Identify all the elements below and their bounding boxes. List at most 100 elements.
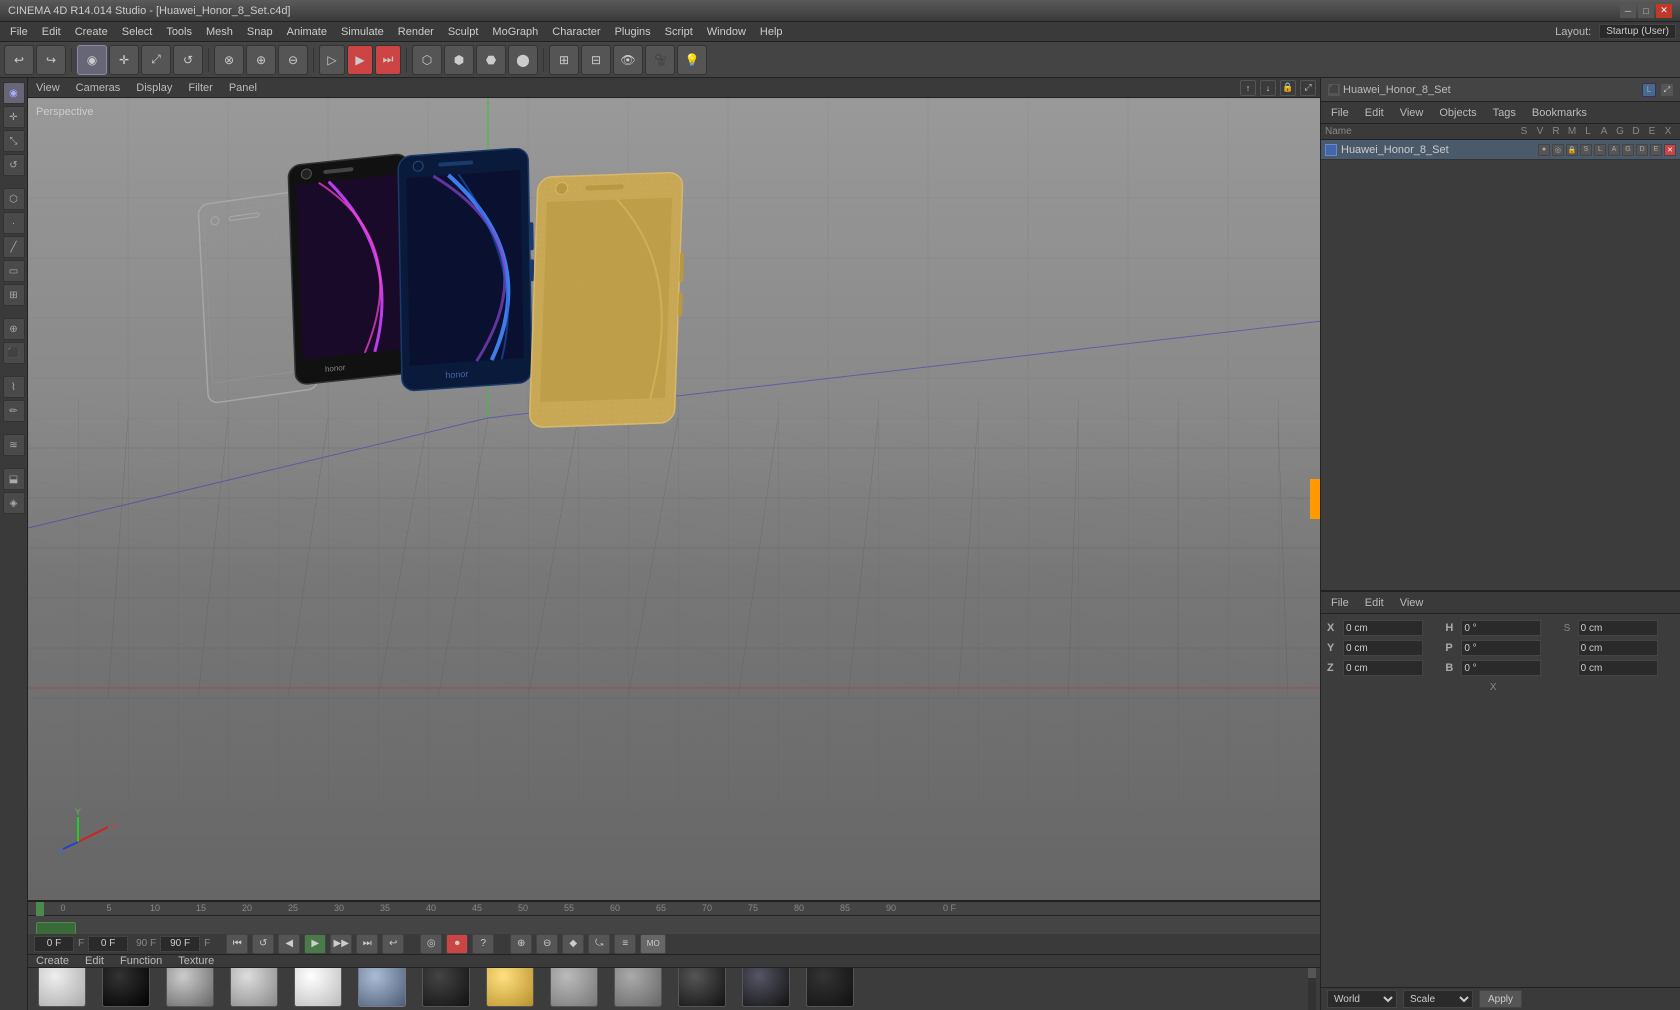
edge-mode-btn[interactable]: ⬣: [476, 45, 506, 75]
material-display-black[interactable]: display_bla...: [736, 968, 796, 1010]
maximize-button[interactable]: □: [1638, 4, 1654, 18]
timeline-track[interactable]: [28, 916, 1320, 934]
selection-tool[interactable]: ◉: [3, 82, 25, 104]
loop-btn[interactable]: ↩: [382, 934, 404, 954]
menu-render[interactable]: Render: [392, 25, 440, 39]
viewport-menu-filter[interactable]: Filter: [184, 82, 216, 94]
start-frame-input[interactable]: [88, 936, 128, 952]
menu-mesh[interactable]: Mesh: [200, 25, 239, 39]
menu-window[interactable]: Window: [701, 25, 752, 39]
menu-character[interactable]: Character: [546, 25, 606, 39]
menu-animate[interactable]: Animate: [281, 25, 333, 39]
material-plastic[interactable]: plastic: [96, 968, 156, 1010]
viewport-menu-cameras[interactable]: Cameras: [72, 82, 125, 94]
obj-menu-tags[interactable]: Tags: [1489, 107, 1520, 119]
undo-button[interactable]: ↩: [4, 45, 34, 75]
z-pos-input[interactable]: [1343, 660, 1423, 676]
viewport-lock[interactable]: 🔒: [1280, 80, 1296, 96]
deform-tool[interactable]: ◈: [3, 492, 25, 514]
obj-menu-edit[interactable]: Edit: [1361, 107, 1388, 119]
attr-menu-edit[interactable]: Edit: [1361, 597, 1388, 609]
world-btn[interactable]: ⊕: [246, 45, 276, 75]
current-frame-input[interactable]: [34, 936, 74, 952]
prev-key-btn[interactable]: ◀: [278, 934, 300, 954]
menu-help[interactable]: Help: [754, 25, 789, 39]
obj-icon-delete[interactable]: ✕: [1664, 144, 1676, 156]
del-key-btn[interactable]: ⊖: [536, 934, 558, 954]
point-mode-btn-l[interactable]: ·: [3, 212, 25, 234]
menu-tools[interactable]: Tools: [160, 25, 198, 39]
attr-menu-file[interactable]: File: [1327, 597, 1353, 609]
obj-icon-deform[interactable]: D: [1636, 144, 1648, 156]
h-rot-input[interactable]: [1461, 620, 1541, 636]
p-rot-input[interactable]: [1461, 640, 1541, 656]
viewport-expand[interactable]: ⤢: [1300, 80, 1316, 96]
close-button[interactable]: ✕: [1656, 4, 1672, 18]
mark-btn[interactable]: ?: [472, 934, 494, 954]
mat-menu-function[interactable]: Function: [116, 955, 166, 967]
redo-button[interactable]: ↪: [36, 45, 66, 75]
menu-file[interactable]: File: [4, 25, 34, 39]
minimize-button[interactable]: ─: [1620, 4, 1636, 18]
obj-icon-express[interactable]: E: [1650, 144, 1662, 156]
y-pos-input[interactable]: [1343, 640, 1423, 656]
undo-obj-btn[interactable]: ⊗: [214, 45, 244, 75]
motion-btn[interactable]: MO: [640, 934, 666, 954]
scale-x-input[interactable]: [1578, 620, 1658, 636]
obj-mode-btn[interactable]: ⬡: [412, 45, 442, 75]
scale-tool[interactable]: ⤢: [141, 45, 171, 75]
poly-mode-btn-l[interactable]: ▭: [3, 260, 25, 282]
live-selection-tool[interactable]: ◉: [77, 45, 107, 75]
end-frame-input[interactable]: [160, 936, 200, 952]
viewport-menu-display[interactable]: Display: [132, 82, 176, 94]
autokey-btn[interactable]: ⏺: [446, 934, 468, 954]
layer-tool[interactable]: ⬓: [3, 468, 25, 490]
obj-icon-anim[interactable]: A: [1608, 144, 1620, 156]
menu-create[interactable]: Create: [69, 25, 114, 39]
obj-menu-bookmarks[interactable]: Bookmarks: [1528, 107, 1591, 119]
viewport-frame-prev[interactable]: ↑: [1240, 80, 1256, 96]
mat-menu-create[interactable]: Create: [32, 955, 73, 967]
attr-menu-view[interactable]: View: [1396, 597, 1428, 609]
obj-icon-layer[interactable]: L: [1594, 144, 1606, 156]
mat-menu-edit[interactable]: Edit: [81, 955, 108, 967]
rotate-tool[interactable]: ↺: [173, 45, 203, 75]
menu-sculpt[interactable]: Sculpt: [442, 25, 485, 39]
obj-icon-lock[interactable]: 🔒: [1566, 144, 1578, 156]
menu-select[interactable]: Select: [116, 25, 159, 39]
menu-snap[interactable]: Snap: [241, 25, 279, 39]
add-key-btn[interactable]: ⊕: [510, 934, 532, 954]
material-display-white[interactable]: display_wh...: [288, 968, 348, 1010]
displace-tool[interactable]: ≋: [3, 434, 25, 456]
coord-btn[interactable]: ⊖: [278, 45, 308, 75]
right-expand-btn[interactable]: ⤢: [1660, 83, 1674, 97]
texture-mode-btn[interactable]: ⬛: [3, 342, 25, 364]
timeline-btn[interactable]: ≡: [614, 934, 636, 954]
obj-icon-visible[interactable]: ●: [1538, 144, 1550, 156]
edge-mode-btn-l[interactable]: ╱: [3, 236, 25, 258]
viewport-frame-next[interactable]: ↓: [1260, 80, 1276, 96]
menu-edit[interactable]: Edit: [36, 25, 67, 39]
goto-end-btn[interactable]: ⏭: [356, 934, 378, 954]
material-under-glass[interactable]: under_glas...: [544, 968, 604, 1010]
mat-list-scrollbar-thumb[interactable]: [1308, 968, 1316, 978]
key-sel-btn[interactable]: ◆: [562, 934, 584, 954]
render-all-btn[interactable]: ⏭: [375, 45, 401, 75]
material-steel[interactable]: steel: [608, 968, 668, 1010]
obj-icon-render[interactable]: ◎: [1552, 144, 1564, 156]
world-dropdown[interactable]: World Object: [1327, 990, 1397, 1008]
point-mode-btn[interactable]: ⬢: [444, 45, 474, 75]
prev-frame-btn[interactable]: ↺: [252, 934, 274, 954]
record-btn[interactable]: ◎: [420, 934, 442, 954]
viewport-menu-view[interactable]: View: [32, 82, 64, 94]
cam-btn[interactable]: 🎥: [645, 45, 675, 75]
orange-tab[interactable]: [1310, 479, 1320, 519]
render-active-btn[interactable]: ▶: [347, 45, 373, 75]
pen-tool[interactable]: ✏: [3, 400, 25, 422]
obj-icon-gen[interactable]: G: [1622, 144, 1634, 156]
obj-menu-objects[interactable]: Objects: [1435, 107, 1480, 119]
model-mode-btn[interactable]: ⬡: [3, 188, 25, 210]
view-btn[interactable]: 👁: [613, 45, 643, 75]
obj-icon-solo[interactable]: S: [1580, 144, 1592, 156]
material-no-empty-tin[interactable]: no_empty_ti...: [416, 968, 476, 1010]
